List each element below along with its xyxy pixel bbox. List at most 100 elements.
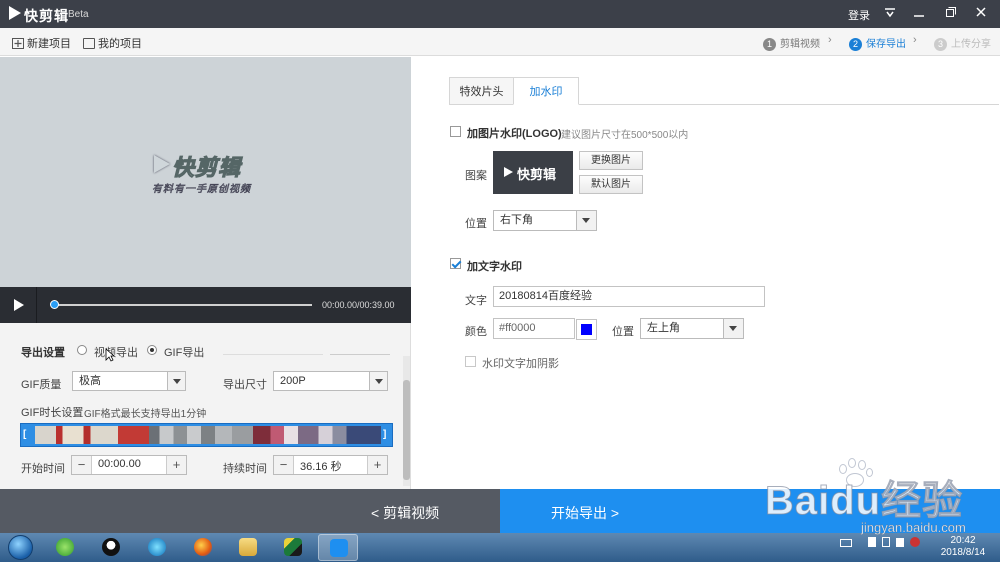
gif-duration-hint: GIF格式最长支持导出1分钟	[84, 409, 207, 420]
watermark-text-input[interactable]: 20180814百度经验	[493, 286, 765, 307]
duration-stepper[interactable]: − 36.16 秒 +	[273, 455, 388, 475]
media-player-icon	[148, 538, 166, 556]
browser-360-icon	[56, 538, 74, 556]
plus-square-icon	[12, 38, 24, 49]
text-label: 文字	[465, 295, 487, 307]
start-time-label: 开始时间	[21, 463, 65, 475]
plus-icon[interactable]: +	[367, 456, 387, 474]
default-image-button[interactable]: 默认图片	[579, 175, 643, 194]
color-label: 颜色	[465, 326, 487, 338]
tab-add-watermark[interactable]: 加水印	[513, 77, 579, 105]
taskbar-app-360[interactable]	[45, 534, 85, 561]
my-projects-button[interactable]: 我的项目	[83, 35, 142, 51]
progress-bar[interactable]	[54, 304, 312, 306]
color-swatch[interactable]	[576, 319, 597, 340]
gif-export-label[interactable]: GIF导出	[164, 344, 204, 360]
image-watermark-checkbox[interactable]	[450, 126, 461, 137]
app-logo-icon	[9, 6, 21, 20]
step-save-export[interactable]: 2 保存导出	[849, 35, 906, 51]
watermark-logo-preview: 快剪辑	[493, 151, 573, 194]
title-bar: 快剪辑 Beta 登录	[0, 0, 1000, 28]
text-watermark-checkbox[interactable]	[450, 258, 461, 269]
export-size-select[interactable]: 200P	[273, 371, 388, 391]
replace-image-button[interactable]: 更换图片	[579, 151, 643, 170]
export-settings-panel: 导出设置 视频导出 GIF导出 GIF质量 极高 导出尺寸 200P GIF时长…	[0, 323, 411, 489]
gif-range-filmstrip[interactable]: [ ]	[20, 423, 393, 447]
language-icon[interactable]	[910, 537, 920, 547]
taskbar-app-media[interactable]	[137, 534, 177, 561]
filmstrip-thumbnails	[35, 426, 381, 444]
minimize-icon[interactable]	[908, 4, 930, 24]
gif-quality-select[interactable]: 极高	[72, 371, 186, 391]
text-position-select[interactable]: 左上角	[640, 318, 744, 339]
qq-icon	[102, 538, 120, 556]
export-size-label: 导出尺寸	[223, 379, 267, 391]
menu-dropdown-icon[interactable]	[879, 4, 901, 24]
range-start-handle[interactable]: [	[23, 429, 26, 440]
duration-label: 持续时间	[223, 463, 267, 475]
maximize-icon[interactable]	[940, 4, 962, 24]
toolbar: 新建项目 我的项目 1 剪辑视频 › 2 保存导出 › 3 上传分享	[0, 28, 1000, 56]
chevron-down-icon	[369, 372, 387, 390]
image-watermark-label[interactable]: 加图片水印(LOGO)	[467, 125, 562, 141]
tab-intro-effects[interactable]: 特效片头	[449, 77, 514, 105]
close-icon[interactable]	[970, 4, 992, 24]
timecode: 00:00.00/00:39.00	[322, 300, 395, 310]
gif-duration-setting-label: GIF时长设置	[21, 407, 84, 419]
image-watermark-hint: 建议图片尺寸在500*500以内	[561, 130, 689, 141]
mouse-cursor-icon	[105, 348, 115, 362]
chevron-right-icon: ›	[828, 34, 832, 46]
keyboard-icon[interactable]	[840, 539, 852, 547]
image-position-label: 位置	[465, 218, 487, 230]
taskbar-app-explorer[interactable]	[228, 534, 268, 561]
system-tray	[840, 537, 920, 550]
taskbar-app-qq[interactable]	[91, 534, 131, 561]
chevron-down-icon	[576, 211, 596, 230]
progress-knob[interactable]	[50, 300, 59, 309]
windows-start-icon	[8, 535, 33, 560]
volume-icon[interactable]	[896, 538, 904, 547]
start-button[interactable]	[3, 533, 37, 562]
range-end-handle[interactable]: ]	[383, 429, 386, 440]
folder-icon	[239, 538, 257, 556]
settings-scrollbar-thumb[interactable]	[403, 380, 410, 480]
new-project-button[interactable]: 新建项目	[12, 35, 71, 51]
baidu-watermark-brand: Baidu经验	[764, 479, 964, 524]
back-to-edit-button[interactable]: < 剪辑视频	[371, 503, 439, 523]
export-settings-label: 导出设置	[21, 347, 65, 359]
new-project-label: 新建项目	[27, 38, 71, 50]
step-edit-video[interactable]: 1 剪辑视频	[763, 35, 820, 51]
network-icon[interactable]	[868, 537, 876, 547]
my-projects-label: 我的项目	[98, 38, 142, 50]
video-export-label[interactable]: 视频导出	[94, 344, 138, 360]
tray-flag-icon[interactable]	[882, 537, 890, 547]
video-export-radio[interactable]	[77, 345, 87, 355]
minus-icon[interactable]: −	[72, 456, 92, 474]
firefox-icon	[194, 538, 212, 556]
play-logo-icon	[504, 167, 513, 177]
text-shadow-checkbox[interactable]	[465, 356, 476, 367]
video-editor-icon	[284, 538, 302, 556]
text-position-label: 位置	[612, 326, 634, 338]
folder-icon	[83, 38, 95, 49]
step-upload-share: 3 上传分享	[934, 35, 991, 51]
color-hex-input[interactable]: #ff0000	[493, 318, 575, 339]
play-icon[interactable]	[14, 299, 24, 311]
taskbar-app-editor[interactable]	[273, 534, 313, 561]
login-link[interactable]: 登录	[848, 7, 870, 23]
preview-watermark-logo: 快剪辑 有料有一手原创视频	[152, 155, 251, 196]
baidu-watermark-url: jingyan.baidu.com	[861, 520, 966, 535]
system-clock[interactable]: 20:42 2018/8/14	[930, 535, 996, 559]
taskbar-app-kuaijianji[interactable]	[318, 534, 358, 561]
gif-export-radio[interactable]	[147, 345, 157, 355]
pattern-label: 图案	[465, 170, 487, 182]
plus-icon[interactable]: +	[166, 456, 186, 474]
image-position-select[interactable]: 右下角	[493, 210, 597, 231]
minus-icon[interactable]: −	[274, 456, 294, 474]
gif-quality-label: GIF质量	[21, 379, 62, 391]
text-shadow-label[interactable]: 水印文字加阴影	[482, 355, 559, 371]
text-watermark-label[interactable]: 加文字水印	[467, 258, 522, 274]
chevron-right-icon: ›	[913, 34, 917, 46]
taskbar-app-firefox[interactable]	[183, 534, 223, 561]
start-time-stepper[interactable]: − 00:00.00 +	[71, 455, 187, 475]
